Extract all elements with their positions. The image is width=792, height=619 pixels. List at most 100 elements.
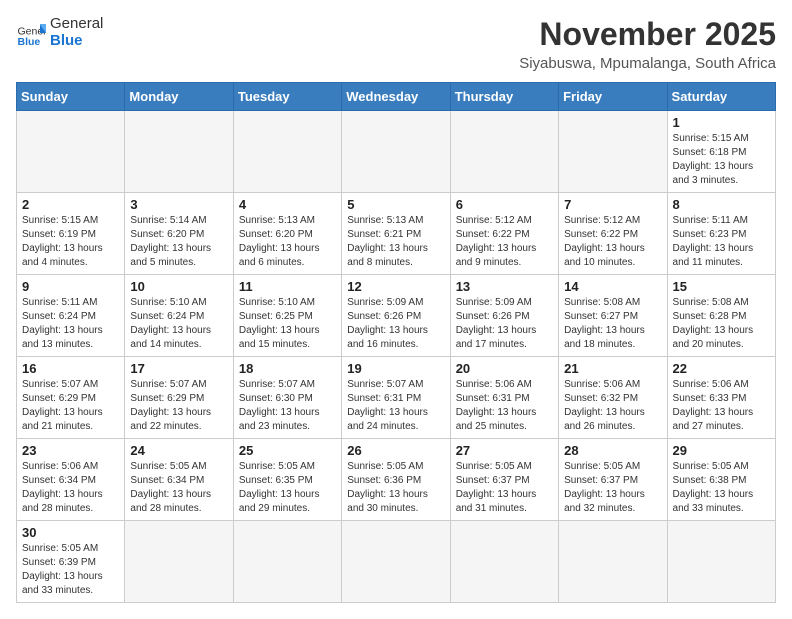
calendar-cell: 29 Sunrise: 5:05 AM Sunset: 6:38 PM Dayli… — [667, 439, 775, 521]
day-info: Sunrise: 5:07 AM Sunset: 6:31 PM Dayligh… — [347, 378, 444, 434]
week-row-4: 23 Sunrise: 5:06 AM Sunset: 6:34 PM Dayli… — [17, 439, 776, 521]
day-info: Sunrise: 5:06 AM Sunset: 6:34 PM Dayligh… — [22, 460, 119, 516]
calendar-cell: 2 Sunrise: 5:15 AM Sunset: 6:19 PM Daylig… — [17, 193, 125, 275]
day-number: 20 — [456, 361, 553, 376]
logo-icon: General Blue — [16, 18, 46, 48]
svg-text:Blue: Blue — [18, 36, 41, 48]
week-row-1: 2 Sunrise: 5:15 AM Sunset: 6:19 PM Daylig… — [17, 193, 776, 275]
calendar-cell: 6Sunrise: 5:12 AM Sunset: 6:22 PM Daylig… — [450, 193, 558, 275]
calendar-cell: 25Sunrise: 5:05 AM Sunset: 6:35 PM Dayli… — [233, 439, 341, 521]
calendar-cell: 19 Sunrise: 5:07 AM Sunset: 6:31 PM Dayli… — [342, 357, 450, 439]
day-number: 1 — [673, 115, 770, 130]
day-info: Sunrise: 5:05 AM Sunset: 6:38 PM Dayligh… — [673, 460, 770, 516]
calendar-table: SundayMondayTuesdayWednesdayThursdayFrid… — [16, 82, 776, 603]
day-info: Sunrise: 5:07 AM Sunset: 6:29 PM Dayligh… — [22, 378, 119, 434]
day-info: Sunrise: 5:05 AM Sunset: 6:36 PM Dayligh… — [347, 460, 444, 516]
calendar-cell: 21Sunrise: 5:06 AM Sunset: 6:32 PM Dayli… — [559, 357, 667, 439]
calendar-cell: 12Sunrise: 5:09 AM Sunset: 6:26 PM Dayli… — [342, 275, 450, 357]
calendar-cell: 28 Sunrise: 5:05 AM Sunset: 6:37 PM Dayli… — [559, 439, 667, 521]
week-row-5: 30 Sunrise: 5:05 AM Sunset: 6:39 PM Dayli… — [17, 521, 776, 603]
day-info: Sunrise: 5:11 AM Sunset: 6:24 PM Dayligh… — [22, 296, 119, 352]
weekday-header-tuesday: Tuesday — [233, 83, 341, 111]
calendar-cell: 1 Sunrise: 5:15 AM Sunset: 6:18 PM Daylig… — [667, 111, 775, 193]
weekday-header-saturday: Saturday — [667, 83, 775, 111]
calendar-cell: 27Sunrise: 5:05 AM Sunset: 6:37 PM Dayli… — [450, 439, 558, 521]
day-info: Sunrise: 5:15 AM Sunset: 6:19 PM Dayligh… — [22, 214, 119, 270]
day-info: Sunrise: 5:10 AM Sunset: 6:25 PM Dayligh… — [239, 296, 336, 352]
day-info: Sunrise: 5:06 AM Sunset: 6:33 PM Dayligh… — [673, 378, 770, 434]
day-info: Sunrise: 5:05 AM Sunset: 6:39 PM Dayligh… — [22, 542, 119, 598]
day-info: Sunrise: 5:05 AM Sunset: 6:34 PM Dayligh… — [130, 460, 227, 516]
day-number: 28 — [564, 443, 661, 458]
weekday-header-wednesday: Wednesday — [342, 83, 450, 111]
day-number: 12 — [347, 279, 444, 294]
day-number: 18 — [239, 361, 336, 376]
day-number: 11 — [239, 279, 336, 294]
calendar-body: 1 Sunrise: 5:15 AM Sunset: 6:18 PM Daylig… — [17, 111, 776, 603]
day-number: 14 — [564, 279, 661, 294]
day-info: Sunrise: 5:11 AM Sunset: 6:23 PM Dayligh… — [673, 214, 770, 270]
calendar-cell: 15Sunrise: 5:08 AM Sunset: 6:28 PM Dayli… — [667, 275, 775, 357]
calendar-cell: 23 Sunrise: 5:06 AM Sunset: 6:34 PM Dayli… — [17, 439, 125, 521]
calendar-cell: 9Sunrise: 5:11 AM Sunset: 6:24 PM Daylig… — [17, 275, 125, 357]
week-row-3: 16 Sunrise: 5:07 AM Sunset: 6:29 PM Dayli… — [17, 357, 776, 439]
day-number: 2 — [22, 197, 119, 212]
calendar-cell — [667, 521, 775, 603]
day-info: Sunrise: 5:07 AM Sunset: 6:29 PM Dayligh… — [130, 378, 227, 434]
weekday-header-row: SundayMondayTuesdayWednesdayThursdayFrid… — [17, 83, 776, 111]
day-number: 19 — [347, 361, 444, 376]
calendar-cell: 17Sunrise: 5:07 AM Sunset: 6:29 PM Dayli… — [125, 357, 233, 439]
day-info: Sunrise: 5:08 AM Sunset: 6:27 PM Dayligh… — [564, 296, 661, 352]
weekday-header-friday: Friday — [559, 83, 667, 111]
weekday-header-monday: Monday — [125, 83, 233, 111]
calendar-cell: 30 Sunrise: 5:05 AM Sunset: 6:39 PM Dayli… — [17, 521, 125, 603]
day-number: 7 — [564, 197, 661, 212]
calendar-cell — [233, 521, 341, 603]
day-info: Sunrise: 5:06 AM Sunset: 6:31 PM Dayligh… — [456, 378, 553, 434]
calendar-cell: 14 Sunrise: 5:08 AM Sunset: 6:27 PM Dayli… — [559, 275, 667, 357]
calendar-cell: 7Sunrise: 5:12 AM Sunset: 6:22 PM Daylig… — [559, 193, 667, 275]
day-info: Sunrise: 5:15 AM Sunset: 6:18 PM Dayligh… — [673, 132, 770, 188]
day-info: Sunrise: 5:13 AM Sunset: 6:20 PM Dayligh… — [239, 214, 336, 270]
day-number: 26 — [347, 443, 444, 458]
calendar-cell: 3 Sunrise: 5:14 AM Sunset: 6:20 PM Daylig… — [125, 193, 233, 275]
day-info: Sunrise: 5:12 AM Sunset: 6:22 PM Dayligh… — [456, 214, 553, 270]
calendar-cell: 26 Sunrise: 5:05 AM Sunset: 6:36 PM Dayli… — [342, 439, 450, 521]
calendar-cell: 18 Sunrise: 5:07 AM Sunset: 6:30 PM Dayli… — [233, 357, 341, 439]
calendar-cell — [450, 521, 558, 603]
day-number: 10 — [130, 279, 227, 294]
day-number: 24 — [130, 443, 227, 458]
day-number: 15 — [673, 279, 770, 294]
day-number: 30 — [22, 525, 119, 540]
day-number: 13 — [456, 279, 553, 294]
day-number: 21 — [564, 361, 661, 376]
day-number: 22 — [673, 361, 770, 376]
calendar-cell: 4Sunrise: 5:13 AM Sunset: 6:20 PM Daylig… — [233, 193, 341, 275]
calendar-title: November 2025 — [519, 16, 776, 53]
calendar-cell — [342, 111, 450, 193]
day-info: Sunrise: 5:09 AM Sunset: 6:26 PM Dayligh… — [456, 296, 553, 352]
day-info: Sunrise: 5:05 AM Sunset: 6:35 PM Dayligh… — [239, 460, 336, 516]
calendar-cell: 20 Sunrise: 5:06 AM Sunset: 6:31 PM Dayli… — [450, 357, 558, 439]
calendar-cell — [125, 521, 233, 603]
calendar-cell — [559, 521, 667, 603]
calendar-cell: 11 Sunrise: 5:10 AM Sunset: 6:25 PM Dayli… — [233, 275, 341, 357]
week-row-0: 1 Sunrise: 5:15 AM Sunset: 6:18 PM Daylig… — [17, 111, 776, 193]
day-number: 16 — [22, 361, 119, 376]
header: General Blue General Blue November 2025 … — [16, 16, 776, 72]
calendar-cell: 16 Sunrise: 5:07 AM Sunset: 6:29 PM Dayli… — [17, 357, 125, 439]
day-number: 29 — [673, 443, 770, 458]
day-number: 23 — [22, 443, 119, 458]
day-info: Sunrise: 5:07 AM Sunset: 6:30 PM Dayligh… — [239, 378, 336, 434]
day-number: 5 — [347, 197, 444, 212]
day-number: 3 — [130, 197, 227, 212]
day-info: Sunrise: 5:05 AM Sunset: 6:37 PM Dayligh… — [564, 460, 661, 516]
day-number: 8 — [673, 197, 770, 212]
calendar-cell: 10Sunrise: 5:10 AM Sunset: 6:24 PM Dayli… — [125, 275, 233, 357]
day-info: Sunrise: 5:14 AM Sunset: 6:20 PM Dayligh… — [130, 214, 227, 270]
day-number: 27 — [456, 443, 553, 458]
title-area: November 2025 Siyabuswa, Mpumalanga, Sou… — [519, 16, 776, 72]
logo-blue: Blue — [50, 33, 103, 50]
calendar-cell — [559, 111, 667, 193]
week-row-2: 9Sunrise: 5:11 AM Sunset: 6:24 PM Daylig… — [17, 275, 776, 357]
